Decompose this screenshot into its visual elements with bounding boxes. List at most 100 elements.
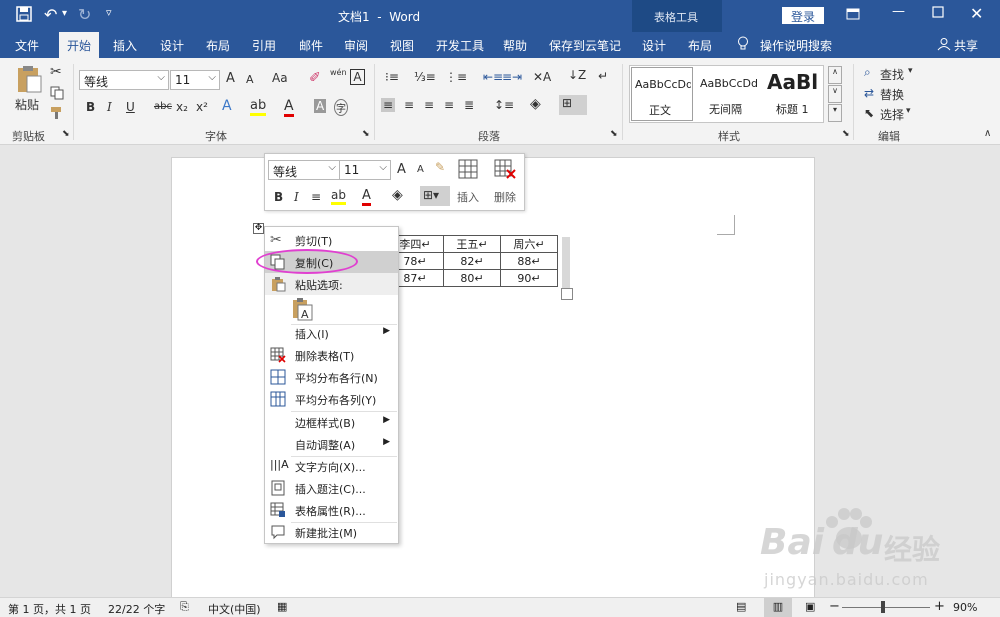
tab-home[interactable]: 开始 [59, 32, 100, 58]
italic-button[interactable]: I [107, 100, 112, 114]
menu-item-border-styles[interactable]: 边框样式(B) ▶ [265, 411, 398, 433]
menu-item-delete-table[interactable]: 删除表格(T) [265, 344, 398, 366]
tab-view[interactable]: 视图 [390, 37, 414, 54]
lightbulb-icon[interactable] [737, 36, 749, 55]
underline-button[interactable]: U [126, 100, 135, 114]
cut-icon[interactable]: ✂ [50, 64, 62, 80]
phonetic-guide-button[interactable]: wén [330, 68, 347, 77]
mini-shrink-font-button[interactable]: A [417, 164, 424, 175]
subscript-button[interactable]: x₂ [176, 100, 188, 114]
close-icon[interactable]: ✕ [970, 4, 983, 23]
tab-save-cloud[interactable]: 保存到云笔记 [549, 37, 621, 54]
table-cell[interactable]: 周六↵ [500, 235, 558, 253]
mini-format-painter-icon[interactable]: ✎ [435, 160, 445, 174]
menu-item-autofit[interactable]: 自动调整(A) ▶ [265, 433, 398, 455]
login-button[interactable]: 登录 [782, 7, 824, 24]
mini-delete-label[interactable]: 删除 [494, 189, 516, 205]
page-count[interactable]: 第 1 页，共 1 页 [8, 601, 91, 617]
table-cell[interactable]: 82↵ [443, 252, 501, 270]
enclose-char-button[interactable]: 字 [334, 99, 348, 116]
shrink-font-button[interactable]: A [246, 73, 254, 86]
font-color-button[interactable]: A [284, 98, 294, 117]
style-more-icon[interactable]: ▾ [828, 104, 842, 122]
paste-icon[interactable] [15, 64, 43, 97]
select-button[interactable]: 选择 [880, 106, 904, 123]
menu-item-text-direction[interactable]: |||A 文字方向(X)... [265, 455, 398, 477]
distributed-icon[interactable]: ≣ [464, 98, 474, 112]
macro-icon[interactable]: ▦ [277, 600, 287, 613]
menu-item-distribute-cols[interactable]: 平均分布各列(Y) [265, 388, 398, 410]
mini-delete-table-icon[interactable] [494, 159, 516, 182]
word-count[interactable]: 22/22 个字 [108, 601, 165, 617]
customize-qat-icon[interactable]: ▿ [106, 6, 112, 19]
mini-italic-button[interactable]: I [294, 190, 299, 204]
tab-file[interactable]: 文件 [15, 37, 39, 54]
clipboard-launcher-icon[interactable]: ⬊ [62, 129, 70, 139]
decrease-indent-icon[interactable]: ⇤≡ [483, 70, 503, 84]
menu-item-distribute-rows[interactable]: 平均分布各行(N) [265, 366, 398, 388]
maximize-icon[interactable] [932, 6, 944, 22]
bold-button[interactable]: B [86, 100, 95, 114]
tab-mailings[interactable]: 邮件 [299, 37, 323, 54]
ribbon-display-icon[interactable] [846, 8, 860, 24]
format-painter-icon[interactable] [50, 106, 64, 123]
mini-font-combo[interactable]: 等线 ⌵ [268, 160, 340, 180]
clear-format-icon[interactable]: ✐ [309, 70, 321, 86]
mini-bold-button[interactable]: B [274, 190, 283, 204]
tab-developer[interactable]: 开发工具 [436, 37, 484, 54]
menu-item-insert[interactable]: 插入(I) ▶ [265, 322, 398, 344]
char-shading-button[interactable]: A [314, 99, 327, 113]
numbering-icon[interactable]: ⅓≡ [414, 70, 436, 84]
tab-table-layout[interactable]: 布局 [688, 37, 712, 54]
paragraph-launcher-icon[interactable]: ⬊ [610, 129, 618, 139]
style-normal[interactable]: AaBbCcDd 正文 [631, 67, 693, 121]
read-mode-icon[interactable]: ▤ [736, 600, 746, 613]
collapse-ribbon-icon[interactable]: ∧ [984, 128, 991, 139]
share-button[interactable]: 共享 [954, 37, 978, 54]
tab-design[interactable]: 设计 [160, 37, 184, 54]
tab-references[interactable]: 引用 [252, 37, 276, 54]
line-spacing-icon[interactable]: ↕≡ [494, 98, 514, 112]
mini-align-icon[interactable]: ≡ [311, 190, 321, 204]
mini-highlight-icon[interactable]: ab [331, 188, 346, 205]
strikethrough-button[interactable]: abc [154, 101, 172, 112]
char-border-button[interactable]: A [350, 69, 365, 85]
align-right-icon[interactable]: ≡ [424, 98, 434, 112]
justify-icon[interactable]: ≡ [444, 98, 454, 112]
tab-review[interactable]: 审阅 [344, 37, 368, 54]
increase-indent-icon[interactable]: ≡⇥ [502, 70, 522, 84]
align-center-icon[interactable]: ≡ [404, 98, 414, 112]
highlight-button[interactable]: ab [250, 98, 267, 116]
replace-button[interactable]: 替换 [880, 86, 904, 103]
paste-button[interactable]: 粘贴 [15, 96, 39, 113]
tell-me-search[interactable]: 操作说明搜索 [760, 37, 832, 54]
style-scroll-up-icon[interactable]: ∧ [828, 66, 842, 84]
user-icon[interactable] [937, 37, 951, 54]
zoom-in-button[interactable]: + [934, 599, 945, 614]
table-resize-handle[interactable] [561, 288, 573, 300]
table-cell[interactable]: 80↵ [443, 269, 501, 287]
web-layout-icon[interactable]: ▣ [805, 600, 815, 613]
menu-item-cut[interactable]: ✂ 剪切(T) [265, 229, 398, 251]
style-heading1[interactable]: AaBl 标题 1 [762, 67, 822, 121]
show-marks-icon[interactable]: ↵ [598, 69, 608, 83]
mini-borders-icon[interactable]: ⊞▾ [420, 186, 450, 206]
paragraph-shading-icon[interactable]: ◈ [530, 96, 541, 112]
mini-grow-font-button[interactable]: A [397, 162, 406, 177]
chinese-layout-icon[interactable]: ✕A [533, 70, 551, 84]
style-scroll-down-icon[interactable]: ∨ [828, 85, 842, 103]
tab-help[interactable]: 帮助 [503, 37, 527, 54]
menu-item-insert-caption[interactable]: 插入题注(C)... [265, 477, 398, 499]
table-cell[interactable]: 90↵ [500, 269, 558, 287]
print-layout-icon[interactable]: ▥ [764, 598, 792, 617]
paste-keep-text-icon[interactable]: A [292, 297, 314, 321]
select-dropdown-icon[interactable]: ▾ [906, 106, 911, 116]
minimize-icon[interactable]: — [892, 4, 905, 19]
table-cell[interactable]: 88↵ [500, 252, 558, 270]
tab-layout[interactable]: 布局 [206, 37, 230, 54]
mini-font-color-icon[interactable]: A [362, 188, 371, 206]
zoom-level[interactable]: 90% [953, 601, 977, 614]
mini-insert-label[interactable]: 插入 [457, 189, 479, 205]
zoom-slider-track[interactable] [842, 607, 930, 608]
save-icon[interactable] [16, 6, 32, 22]
